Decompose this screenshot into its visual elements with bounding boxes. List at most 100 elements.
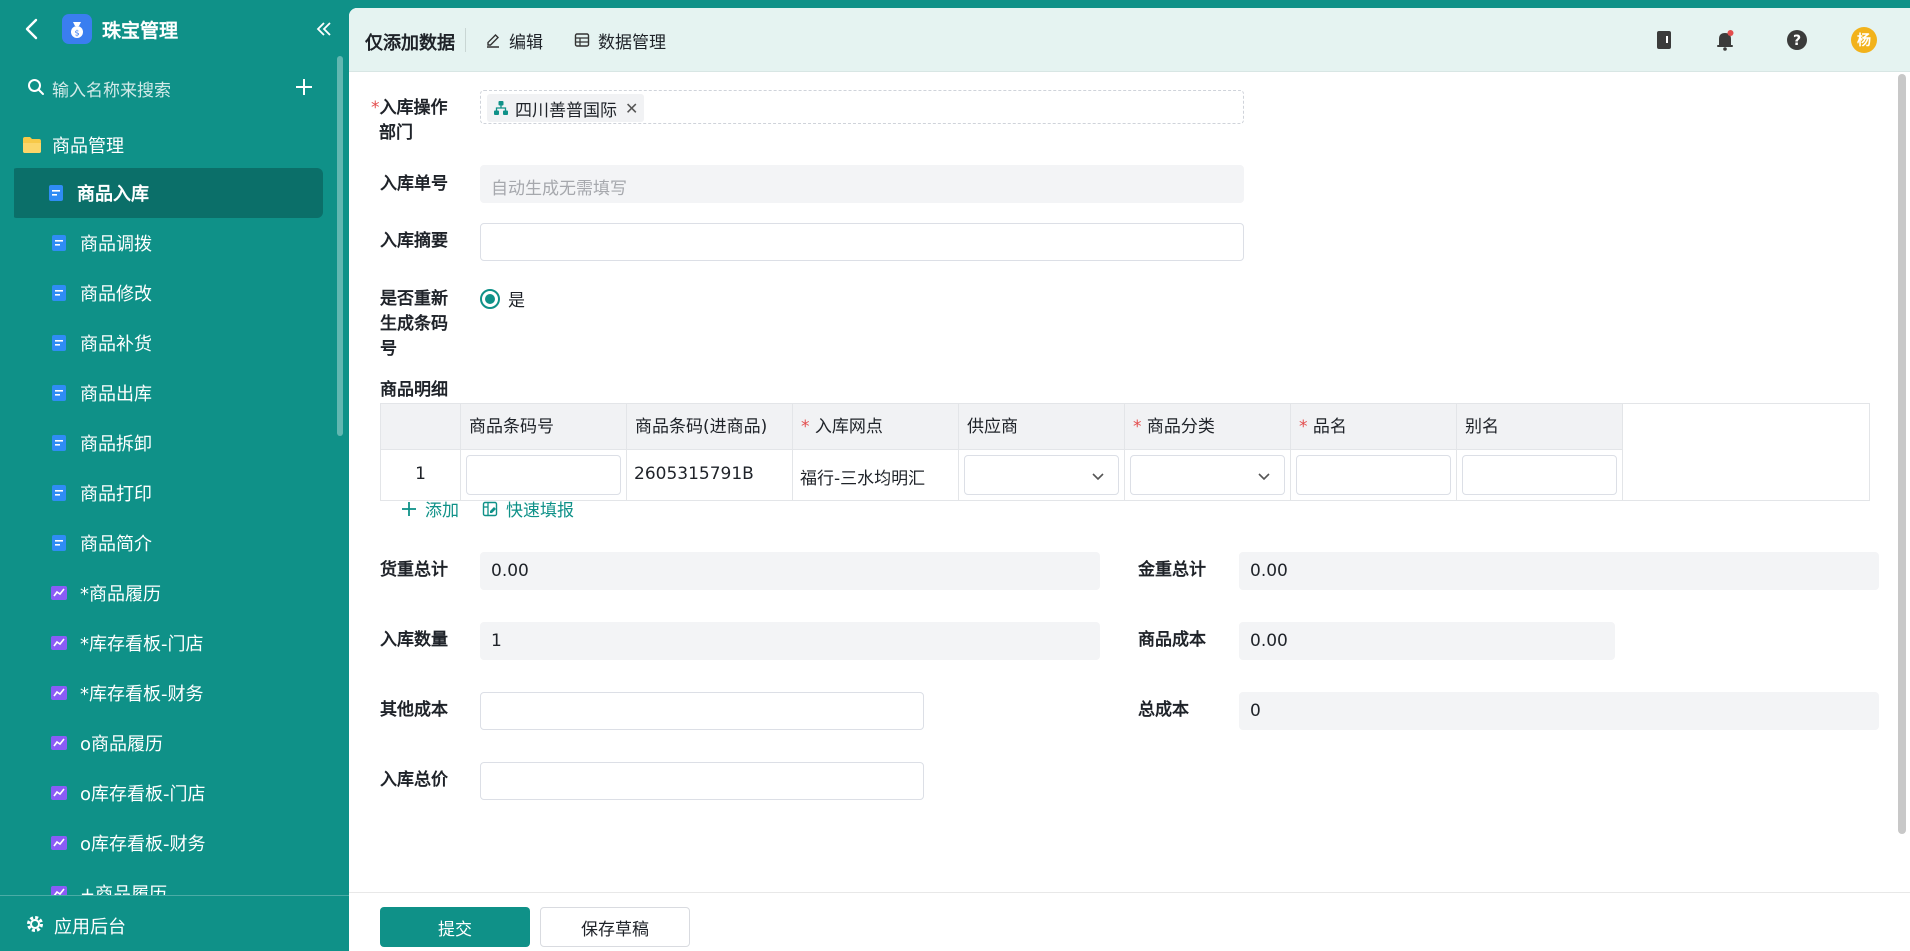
bell-icon[interactable] [1713, 28, 1737, 52]
gold-weight-field: 0.00 [1239, 552, 1879, 590]
sidebar-item[interactable]: o库存看板-门店 [14, 768, 323, 818]
back-arrow-icon[interactable] [22, 14, 42, 44]
add-row-label: 添加 [425, 501, 459, 521]
main-panel: 仅添加数据 编辑 数据管理 ? 杨 *入库操作 部门 四川善普国际 ✕ 入库单号… [349, 8, 1910, 951]
sidebar-item-label: 商品出库 [80, 384, 152, 405]
close-icon[interactable]: ✕ [625, 99, 638, 118]
sidebar-item[interactable]: *库存看板-财务 [14, 668, 323, 718]
sidebar-item[interactable]: *库存看板-门店 [14, 618, 323, 668]
notebook-icon[interactable] [1652, 28, 1676, 52]
dept-label-line2: 部门 [379, 123, 413, 143]
add-row-button[interactable]: 添加 [401, 496, 459, 521]
app-backend-link[interactable]: 应用后台 [54, 913, 126, 939]
sidebar-scrollbar[interactable] [337, 56, 343, 436]
cost-value: 0.00 [1250, 631, 1288, 651]
table-header-cell [381, 404, 461, 450]
dept-field[interactable]: 四川善普国际 ✕ [480, 90, 1244, 124]
sidebar-item[interactable]: 商品调拨 [14, 218, 323, 268]
sidebar-item[interactable]: 商品入库 [14, 168, 323, 218]
table-cell[interactable] [1457, 450, 1623, 500]
cell-select[interactable] [1130, 455, 1285, 495]
data-manage-button[interactable]: 数据管理 [574, 28, 666, 53]
table-cell[interactable] [1291, 450, 1457, 500]
quick-fill-button[interactable]: 快速填报 [482, 496, 574, 521]
table-header-cell: 供应商 [959, 404, 1125, 450]
regen-label-line2: 生成条码 [380, 314, 448, 334]
plus-icon [402, 501, 416, 516]
submit-button[interactable]: 提交 [380, 907, 530, 947]
table-header-cell: * 入库网点 [793, 404, 959, 450]
cell-input[interactable] [1462, 455, 1617, 495]
other-cost-input[interactable] [480, 692, 924, 730]
required-mark: * [801, 417, 815, 437]
sidebar-item[interactable]: 商品补货 [14, 318, 323, 368]
collapse-sidebar-icon[interactable] [313, 18, 335, 40]
save-draft-button[interactable]: 保存草稿 [540, 907, 690, 947]
gold-weight-label: 金重总计 [1138, 560, 1206, 580]
chevron-down-icon [1092, 473, 1104, 481]
sidebar-item[interactable]: o商品履历 [14, 718, 323, 768]
cell-value: 2605315791B [634, 464, 754, 484]
table-cell: 2605315791B [627, 450, 793, 500]
search-input[interactable]: 输入名称来搜索 [52, 76, 171, 101]
table-header-label: 供应商 [967, 417, 1018, 437]
sidebar-item[interactable]: 商品拆卸 [14, 418, 323, 468]
dept-label-line1: 入库操作 [379, 98, 448, 118]
sidebar-item[interactable]: 商品简介 [14, 518, 323, 568]
chart-icon [51, 636, 67, 650]
order-no-placeholder: 自动生成无需填写 [491, 179, 627, 199]
summary-input[interactable] [480, 223, 1244, 261]
avatar[interactable]: 杨 [1851, 27, 1877, 53]
sidebar-menu: 商品入库 商品调拨 商品修改 商品补货商品出库商品拆卸商品打印 商品简介 *商品履历 *库存… [14, 168, 323, 895]
chart-icon [51, 586, 67, 600]
sidebar-footer[interactable]: 应用后台 [0, 895, 349, 951]
main-scrollbar[interactable] [1898, 74, 1906, 834]
sidebar-item-label: o库存看板-门店 [80, 784, 206, 805]
required-mark: * [1299, 417, 1313, 437]
qty-field: 1 [480, 622, 1100, 660]
table-header-label: 入库网点 [814, 417, 883, 437]
goods-weight-value: 0.00 [491, 561, 529, 581]
gold-weight-value: 0.00 [1250, 561, 1288, 581]
required-mark: * [371, 98, 380, 118]
sidebar-item-label: *库存看板-门店 [80, 634, 204, 655]
dept-tag-label: 四川善普国际 [515, 100, 617, 121]
sidebar-item-label: o库存看板-财务 [80, 834, 206, 855]
chart-icon [51, 836, 67, 850]
qty-label: 入库数量 [380, 630, 448, 650]
document-icon [52, 285, 66, 301]
org-icon [494, 101, 508, 115]
cell-input[interactable] [466, 455, 621, 495]
table-cell[interactable] [461, 450, 627, 500]
sidebar-group-goods[interactable]: 商品管理 [22, 130, 124, 160]
table-cell[interactable] [959, 450, 1125, 500]
table-icon [574, 33, 590, 47]
svg-text:?: ? [1793, 33, 1801, 49]
topbar: 仅添加数据 编辑 数据管理 ? 杨 [349, 8, 1910, 72]
cell-input[interactable] [1296, 455, 1451, 495]
chart-icon [51, 886, 67, 895]
sidebar-item[interactable]: 商品打印 [14, 468, 323, 518]
table-cell: 1 [381, 450, 461, 500]
radio-button[interactable] [480, 288, 500, 309]
form-footer: 提交 保存草稿 [349, 892, 1910, 951]
sidebar-item[interactable]: 商品修改 [14, 268, 323, 318]
table-cell: 福行-三水均明汇 [793, 450, 959, 500]
sidebar-search[interactable]: 输入名称来搜索 [26, 73, 326, 103]
quick-fill-icon [482, 501, 498, 516]
help-icon[interactable]: ? [1785, 28, 1809, 52]
sidebar-item-label: o商品履历 [80, 734, 164, 755]
sidebar-item[interactable]: +商品履历 [14, 868, 323, 895]
table-cell[interactable] [1125, 450, 1291, 500]
other-cost-label: 其他成本 [380, 700, 448, 720]
total-cost-value: 0 [1250, 701, 1261, 721]
edit-button[interactable]: 编辑 [485, 28, 543, 53]
sidebar-item[interactable]: *商品履历 [14, 568, 323, 618]
sidebar-item[interactable]: 商品出库 [14, 368, 323, 418]
total-price-input[interactable] [480, 762, 924, 800]
add-icon[interactable] [292, 75, 316, 99]
regen-radio-yes[interactable]: 是 [480, 286, 525, 311]
sidebar-item-label: 商品拆卸 [80, 434, 152, 455]
sidebar-item[interactable]: o库存看板-财务 [14, 818, 323, 868]
cell-select[interactable] [964, 455, 1119, 495]
